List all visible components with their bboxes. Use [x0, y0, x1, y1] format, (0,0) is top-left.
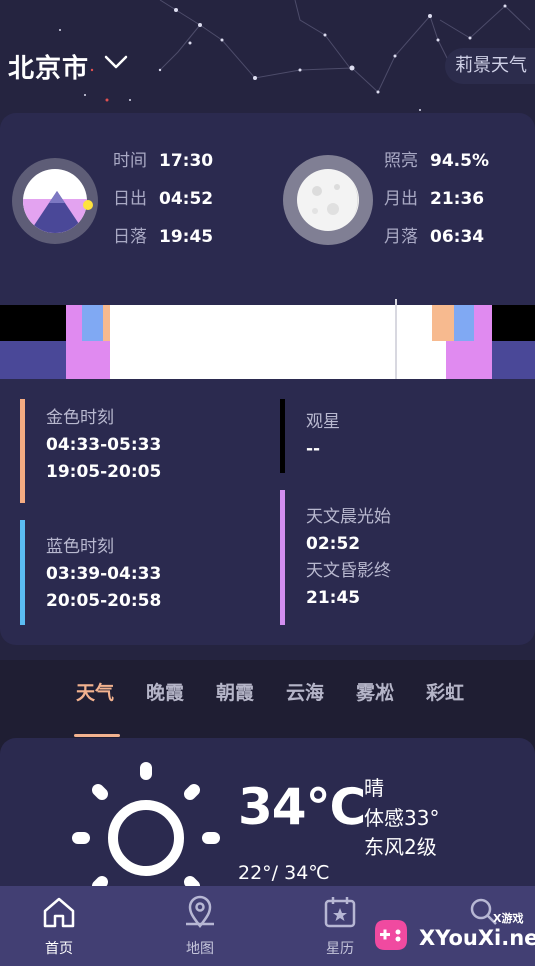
- temperature-range: 22°/ 34℃: [238, 862, 330, 884]
- sun-dot-icon: [83, 200, 93, 210]
- chevron-down-icon[interactable]: [104, 54, 128, 70]
- map-pin-icon: [186, 895, 214, 929]
- sunset-label: 日落: [113, 227, 147, 247]
- astronomical-dusk-title: 天文昏影终: [306, 561, 391, 581]
- timeline-dark-segment-2: [492, 341, 535, 379]
- watermark-text: XYouXi.net: [419, 926, 535, 950]
- blue-hour-block: 蓝色时刻 03:39-04:33 20:05-20:58: [20, 520, 161, 625]
- tab-sunrise-glow[interactable]: 朝霞: [216, 678, 254, 705]
- nav-home[interactable]: 首页: [24, 894, 94, 958]
- daylight-timeline-bar: [0, 299, 535, 379]
- nav-home-label: 首页: [45, 941, 73, 957]
- timeline-night-segment: [0, 305, 66, 341]
- active-tab-indicator: [74, 734, 120, 737]
- timeline-blue-segment: [82, 305, 103, 341]
- blue-hour-evening: 20:05-20:58: [46, 591, 162, 611]
- tab-rime[interactable]: 雾凇: [356, 678, 394, 705]
- sun-moon-card: 时间 17:30 日出 04:52 日落 19:45 照亮 94.5% 月出 21:36: [0, 113, 535, 645]
- moonrise-value: 21:36: [430, 189, 485, 209]
- feels-like: 体感33°: [364, 806, 440, 830]
- blue-hour-title: 蓝色时刻: [46, 537, 114, 557]
- brand-badge[interactable]: 莉景天气: [445, 48, 535, 84]
- astronomical-dawn-title: 天文晨光始: [306, 507, 391, 527]
- timeline-twilight-segment-6: [474, 305, 492, 379]
- nav-map[interactable]: 地图: [165, 894, 235, 958]
- stargazing-value: --: [306, 439, 321, 459]
- timeline-twilight-segment-4: [446, 341, 454, 379]
- golden-hour-title: 金色时刻: [46, 408, 114, 428]
- sun-time-label: 时间: [113, 151, 147, 171]
- illumination-value: 94.5%: [430, 151, 489, 171]
- illumination-label: 照亮: [384, 151, 418, 171]
- golden-hour-evening: 19:05-20:05: [46, 462, 162, 482]
- tab-sea-of-clouds[interactable]: 云海: [286, 678, 324, 705]
- timeline-dark-segment: [0, 341, 66, 379]
- golden-hour-block: 金色时刻 04:33-05:33 19:05-20:05: [20, 399, 161, 503]
- moonset-row: 月落 06:34: [384, 218, 489, 256]
- timeline-night-segment-2: [492, 305, 535, 341]
- current-temperature: 34℃: [238, 778, 366, 836]
- sunset-value: 19:45: [159, 227, 214, 247]
- moon-info: 照亮 94.5% 月出 21:36 月落 06:34: [384, 142, 489, 256]
- sun-arc: [23, 169, 87, 233]
- tab-sunset-glow[interactable]: 晚霞: [146, 678, 184, 705]
- stargazing-title: 观星: [306, 412, 340, 432]
- sun-position-dial: [12, 158, 98, 244]
- sun-time-row: 时间 17:30: [113, 142, 213, 180]
- timeline-blue-segment-2: [454, 305, 474, 341]
- tab-weather[interactable]: 天气: [76, 678, 114, 705]
- timeline-current-marker: [395, 299, 397, 379]
- forecast-tabs: 天气 晚霞 朝霞 云海 雾凇 彩虹: [0, 668, 535, 738]
- sun-info: 时间 17:30 日出 04:52 日落 19:45: [113, 142, 213, 256]
- stargazing-block: 观星 --: [280, 399, 340, 473]
- weather-condition: 晴: [364, 776, 384, 800]
- sun-time-value: 17:30: [159, 151, 214, 171]
- moonrise-row: 月出 21:36: [384, 180, 489, 218]
- moon-phase-dial: [283, 155, 373, 245]
- calendar-star-icon: [324, 897, 356, 928]
- timeline-twilight-segment-5: [454, 341, 474, 379]
- watermark-logo: X游戏 XYouXi.net: [369, 910, 535, 960]
- timeline-twilight-segment-3: [103, 341, 110, 379]
- moon-icon: [297, 169, 359, 231]
- wind-level: 东风2级: [364, 835, 437, 859]
- moonset-label: 月落: [384, 227, 418, 247]
- astronomical-dusk-value: 21:45: [306, 588, 361, 608]
- sunrise-value: 04:52: [159, 189, 214, 209]
- sunrise-label: 日出: [113, 189, 147, 209]
- nav-almanac[interactable]: 星历: [305, 894, 375, 958]
- timeline-twilight-segment: [66, 305, 82, 379]
- home-icon: [43, 897, 75, 928]
- watermark-tag: X游戏: [493, 912, 524, 925]
- moonrise-label: 月出: [384, 189, 418, 209]
- sunset-row: 日落 19:45: [113, 218, 213, 256]
- nav-map-label: 地图: [186, 941, 214, 957]
- blue-hour-morning: 03:39-04:33: [46, 564, 162, 584]
- sun-mountain-icon: [23, 191, 87, 233]
- nav-almanac-label: 星历: [326, 941, 354, 957]
- moonset-value: 06:34: [430, 227, 485, 247]
- astronomical-twilight-block: 天文晨光始 02:52 天文昏影终 21:45: [280, 490, 391, 625]
- golden-hour-morning: 04:33-05:33: [46, 435, 162, 455]
- timeline-golden-segment-2: [432, 305, 454, 341]
- header: 北京市 莉景天气: [0, 40, 535, 96]
- tab-rainbow[interactable]: 彩虹: [426, 678, 464, 705]
- illumination-row: 照亮 94.5%: [384, 142, 489, 180]
- city-selector[interactable]: 北京市: [8, 48, 89, 85]
- sunrise-row: 日出 04:52: [113, 180, 213, 218]
- astronomical-dawn-value: 02:52: [306, 534, 361, 554]
- timeline-twilight-segment-2: [82, 341, 103, 379]
- gamepad-icon: [375, 920, 407, 950]
